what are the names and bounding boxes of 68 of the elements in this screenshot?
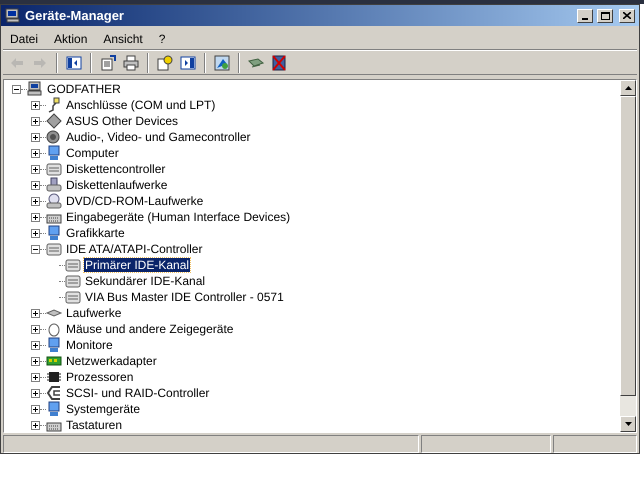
floppy-drive-icon bbox=[46, 177, 62, 194]
tree-item[interactable]: Grafikkarte bbox=[65, 226, 126, 240]
tree-item[interactable]: Prozessoren bbox=[65, 370, 134, 384]
drive-controller-icon bbox=[46, 241, 62, 258]
disc-drive-icon bbox=[46, 193, 62, 210]
expand-toggle[interactable] bbox=[31, 404, 40, 414]
expand-toggle[interactable] bbox=[31, 196, 40, 206]
expand-toggle[interactable] bbox=[31, 324, 40, 334]
tree-item[interactable]: SCSI- und RAID-Controller bbox=[65, 386, 210, 400]
drive-controller-icon bbox=[65, 273, 81, 290]
expand-toggle[interactable] bbox=[31, 340, 40, 350]
expand-toggle[interactable] bbox=[31, 372, 40, 382]
tree-item[interactable]: ASUS Other Devices bbox=[65, 114, 180, 128]
tree-item[interactable]: Monitore bbox=[65, 338, 114, 352]
expand-toggle[interactable] bbox=[31, 100, 40, 110]
drive-controller-icon bbox=[46, 161, 62, 178]
scroll-down-button[interactable] bbox=[620, 416, 636, 432]
expand-toggle[interactable] bbox=[31, 308, 40, 318]
plug-icon bbox=[46, 97, 62, 114]
tree-item[interactable]: Audio-, Video- und Gamecontroller bbox=[65, 130, 252, 144]
tree-item[interactable]: Computer bbox=[65, 146, 120, 160]
tree-item[interactable]: Eingabegeräte (Human Interface Devices) bbox=[65, 210, 292, 224]
expand-toggle[interactable] bbox=[31, 132, 40, 142]
menu-item[interactable]: Datei bbox=[3, 30, 46, 48]
menu-item[interactable]: Aktion bbox=[47, 30, 94, 48]
tree-item[interactable]: Sekundärer IDE-Kanal bbox=[84, 274, 206, 288]
tree-item[interactable]: VIA Bus Master IDE Controller - 0571 bbox=[84, 290, 285, 304]
tree-item[interactable]: GODFATHER bbox=[46, 82, 122, 96]
close-icon bbox=[623, 12, 631, 20]
drive-controller-icon bbox=[65, 257, 81, 274]
tree-item[interactable]: Diskettenlaufwerke bbox=[65, 178, 168, 192]
diamond-icon bbox=[46, 113, 62, 130]
tree-item[interactable]: Tastaturen bbox=[65, 418, 124, 432]
expand-toggle[interactable] bbox=[31, 116, 40, 126]
window-title: Geräte-Manager bbox=[25, 6, 125, 25]
arrow-up-icon bbox=[624, 86, 632, 90]
minimize-button[interactable] bbox=[577, 8, 593, 23]
menu-item[interactable]: ? bbox=[152, 30, 172, 48]
maximize-button[interactable] bbox=[597, 8, 613, 23]
expand-toggle[interactable] bbox=[31, 148, 40, 158]
collapse-toggle[interactable] bbox=[31, 244, 40, 254]
expand-toggle[interactable] bbox=[31, 228, 40, 238]
close-button[interactable] bbox=[619, 8, 635, 23]
tree-item[interactable]: Netzwerkadapter bbox=[65, 354, 158, 368]
connector-icon bbox=[46, 385, 62, 402]
expand-toggle[interactable] bbox=[31, 388, 40, 398]
computer-icon bbox=[27, 81, 43, 98]
tree-item[interactable]: Anschlüsse (COM und LPT) bbox=[65, 98, 216, 112]
drive-controller-icon bbox=[65, 289, 81, 306]
menu-item[interactable]: Ansicht bbox=[96, 30, 150, 48]
scroll-up-button[interactable] bbox=[620, 80, 636, 96]
tree-item[interactable]: Laufwerke bbox=[65, 306, 122, 320]
expand-toggle[interactable] bbox=[31, 212, 40, 222]
tree-item[interactable]: DVD/CD-ROM-Laufwerke bbox=[65, 194, 204, 208]
expand-toggle[interactable] bbox=[31, 420, 40, 430]
computer-icon bbox=[5, 8, 21, 24]
printer-icon[interactable] bbox=[121, 52, 141, 73]
tree-item[interactable]: Primärer IDE-Kanal bbox=[84, 258, 190, 272]
tree-item[interactable]: Diskettencontroller bbox=[65, 162, 166, 176]
speaker-icon bbox=[46, 129, 62, 146]
expand-toggle[interactable] bbox=[31, 356, 40, 366]
tree-item[interactable]: Systemgeräte bbox=[65, 402, 142, 416]
tree-item[interactable]: IDE ATA/ATAPI-Controller bbox=[65, 242, 204, 256]
collapse-toggle[interactable] bbox=[12, 84, 21, 94]
expand-toggle[interactable] bbox=[31, 164, 40, 174]
arrow-down-icon bbox=[624, 422, 632, 426]
expand-toggle[interactable] bbox=[31, 180, 40, 190]
tree-item[interactable]: Mäuse und andere Zeigegeräte bbox=[65, 322, 234, 336]
